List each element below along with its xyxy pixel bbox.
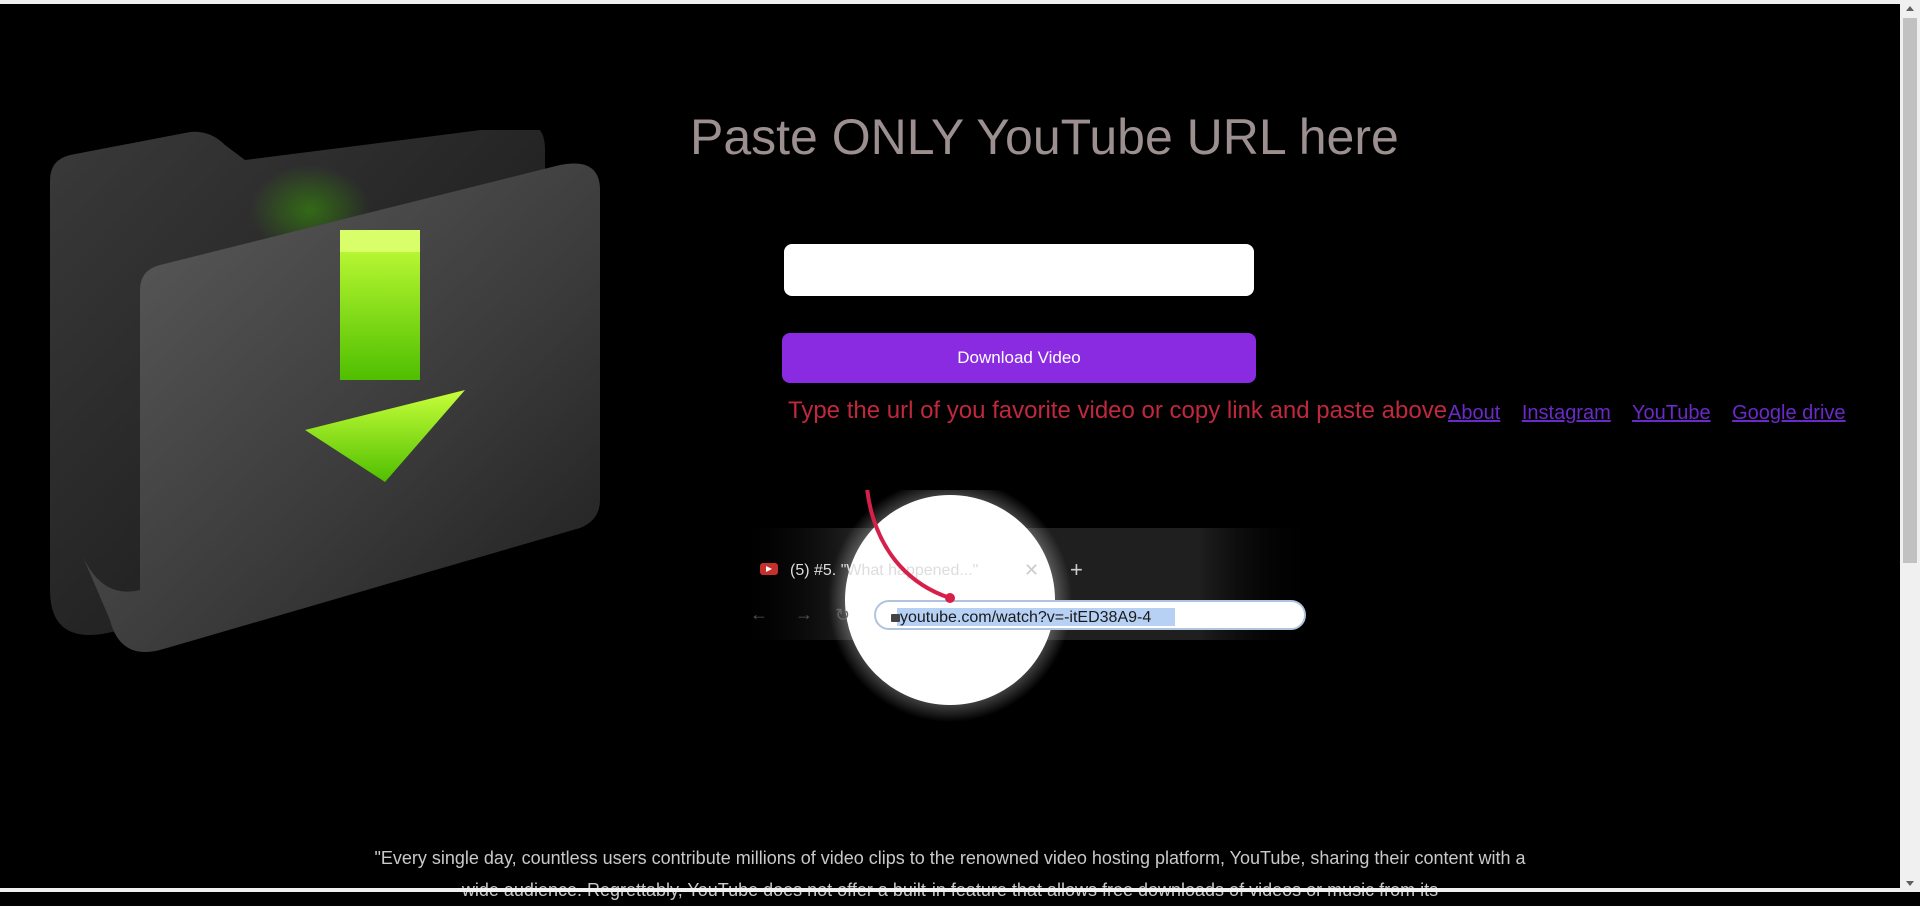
intro-quote-text: "Every single day, countless users contr… <box>374 848 1526 900</box>
demo-lock-icon <box>891 614 900 622</box>
top-edge <box>0 0 1900 4</box>
demo-tab-title: (5) #5. "What happened..." <box>790 562 978 579</box>
page-title: Paste ONLY YouTube URL here <box>690 109 1399 165</box>
demo-reload-icon: ↻ <box>835 605 850 625</box>
scroll-down-arrow-icon[interactable] <box>1900 875 1920 892</box>
scroll-up-arrow-icon[interactable] <box>1900 0 1920 17</box>
demo-address-text: youtube.com/watch?v=-itED38A9-4 <box>900 609 1151 626</box>
vertical-scrollbar[interactable] <box>1900 0 1920 892</box>
nav-about-link[interactable]: About <box>1448 402 1500 424</box>
nav-youtube-link[interactable]: YouTube <box>1632 402 1711 424</box>
demo-new-tab-icon: + <box>1070 557 1083 582</box>
nav-links: About Instagram YouTube Google drive <box>1448 402 1862 425</box>
download-folder-icon <box>50 130 600 652</box>
demo-back-icon: ← <box>750 604 768 624</box>
demo-close-tab-icon: ✕ <box>1024 560 1039 580</box>
scrollbar-thumb[interactable] <box>1903 18 1917 563</box>
demo-forward-icon: → <box>795 604 813 624</box>
url-input[interactable] <box>784 244 1254 296</box>
download-video-button[interactable]: Download Video <box>782 333 1256 383</box>
bottom-edge <box>0 888 1900 892</box>
nav-instagram-link[interactable]: Instagram <box>1522 402 1611 424</box>
copy-url-demo-image: (5) #5. "What happened..." ✕ + ← → ↻ you… <box>735 490 1315 722</box>
nav-google-drive-link[interactable]: Google drive <box>1732 402 1845 424</box>
instruction-text: Type the url of you favorite video or co… <box>788 397 1448 424</box>
